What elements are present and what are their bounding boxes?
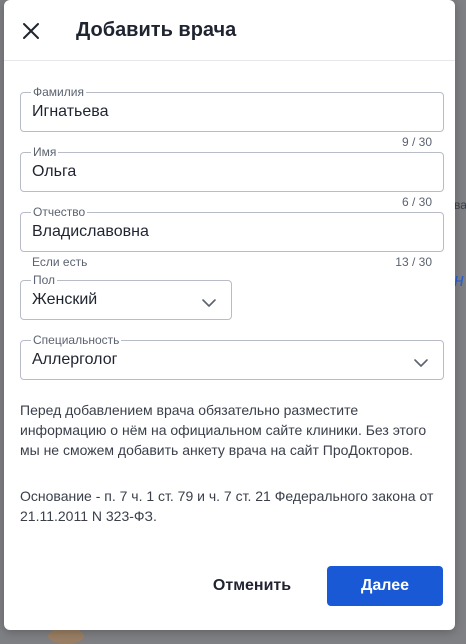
dialog-title: Добавить врача [76,19,237,41]
add-doctor-dialog: Добавить врача Фамилия Игнатьева 9 / 30 … [4,0,455,630]
next-button[interactable]: Далее [327,566,443,606]
background-link: н [454,270,464,290]
basis-text: Основание - п. 7 ч. 1 ст. 79 и ч. 7 ст. … [20,488,434,524]
chevron-down-icon [413,355,429,373]
close-button[interactable] [18,18,44,44]
specialty-value: Аллерголог [32,351,118,368]
patronymic-field[interactable]: Отчество Владиславовна [20,205,444,252]
info-text: Перед добавлением врача обязательно разм… [20,402,427,458]
specialty-select[interactable]: Специальность Аллерголог [20,333,444,380]
surname-counter: 9 / 30 [401,135,432,149]
surname-label: Фамилия [31,85,86,99]
cancel-button[interactable]: Отменить [202,566,302,606]
name-counter: 6 / 30 [401,195,432,209]
close-icon [18,18,44,44]
patronymic-value: Владиславовна [32,223,149,240]
gender-label: Пол [31,273,58,287]
background-avatar [48,628,84,644]
specialty-label: Специальность [31,333,122,347]
background-text: ва [454,198,466,212]
surname-field[interactable]: Фамилия Игнатьева [20,85,444,132]
gender-select[interactable]: Пол Женский [20,273,232,320]
name-field[interactable]: Имя Ольга [20,145,444,192]
name-label: Имя [31,145,59,159]
patronymic-label: Отчество [31,205,88,219]
gender-value: Женский [32,291,98,308]
surname-value: Игнатьева [32,103,109,120]
patronymic-counter: 13 / 30 [395,255,432,269]
patronymic-hint: Если есть [32,255,88,269]
chevron-down-icon [201,295,217,313]
dialog-header: Добавить врача [4,0,455,61]
name-value: Ольга [32,163,77,180]
